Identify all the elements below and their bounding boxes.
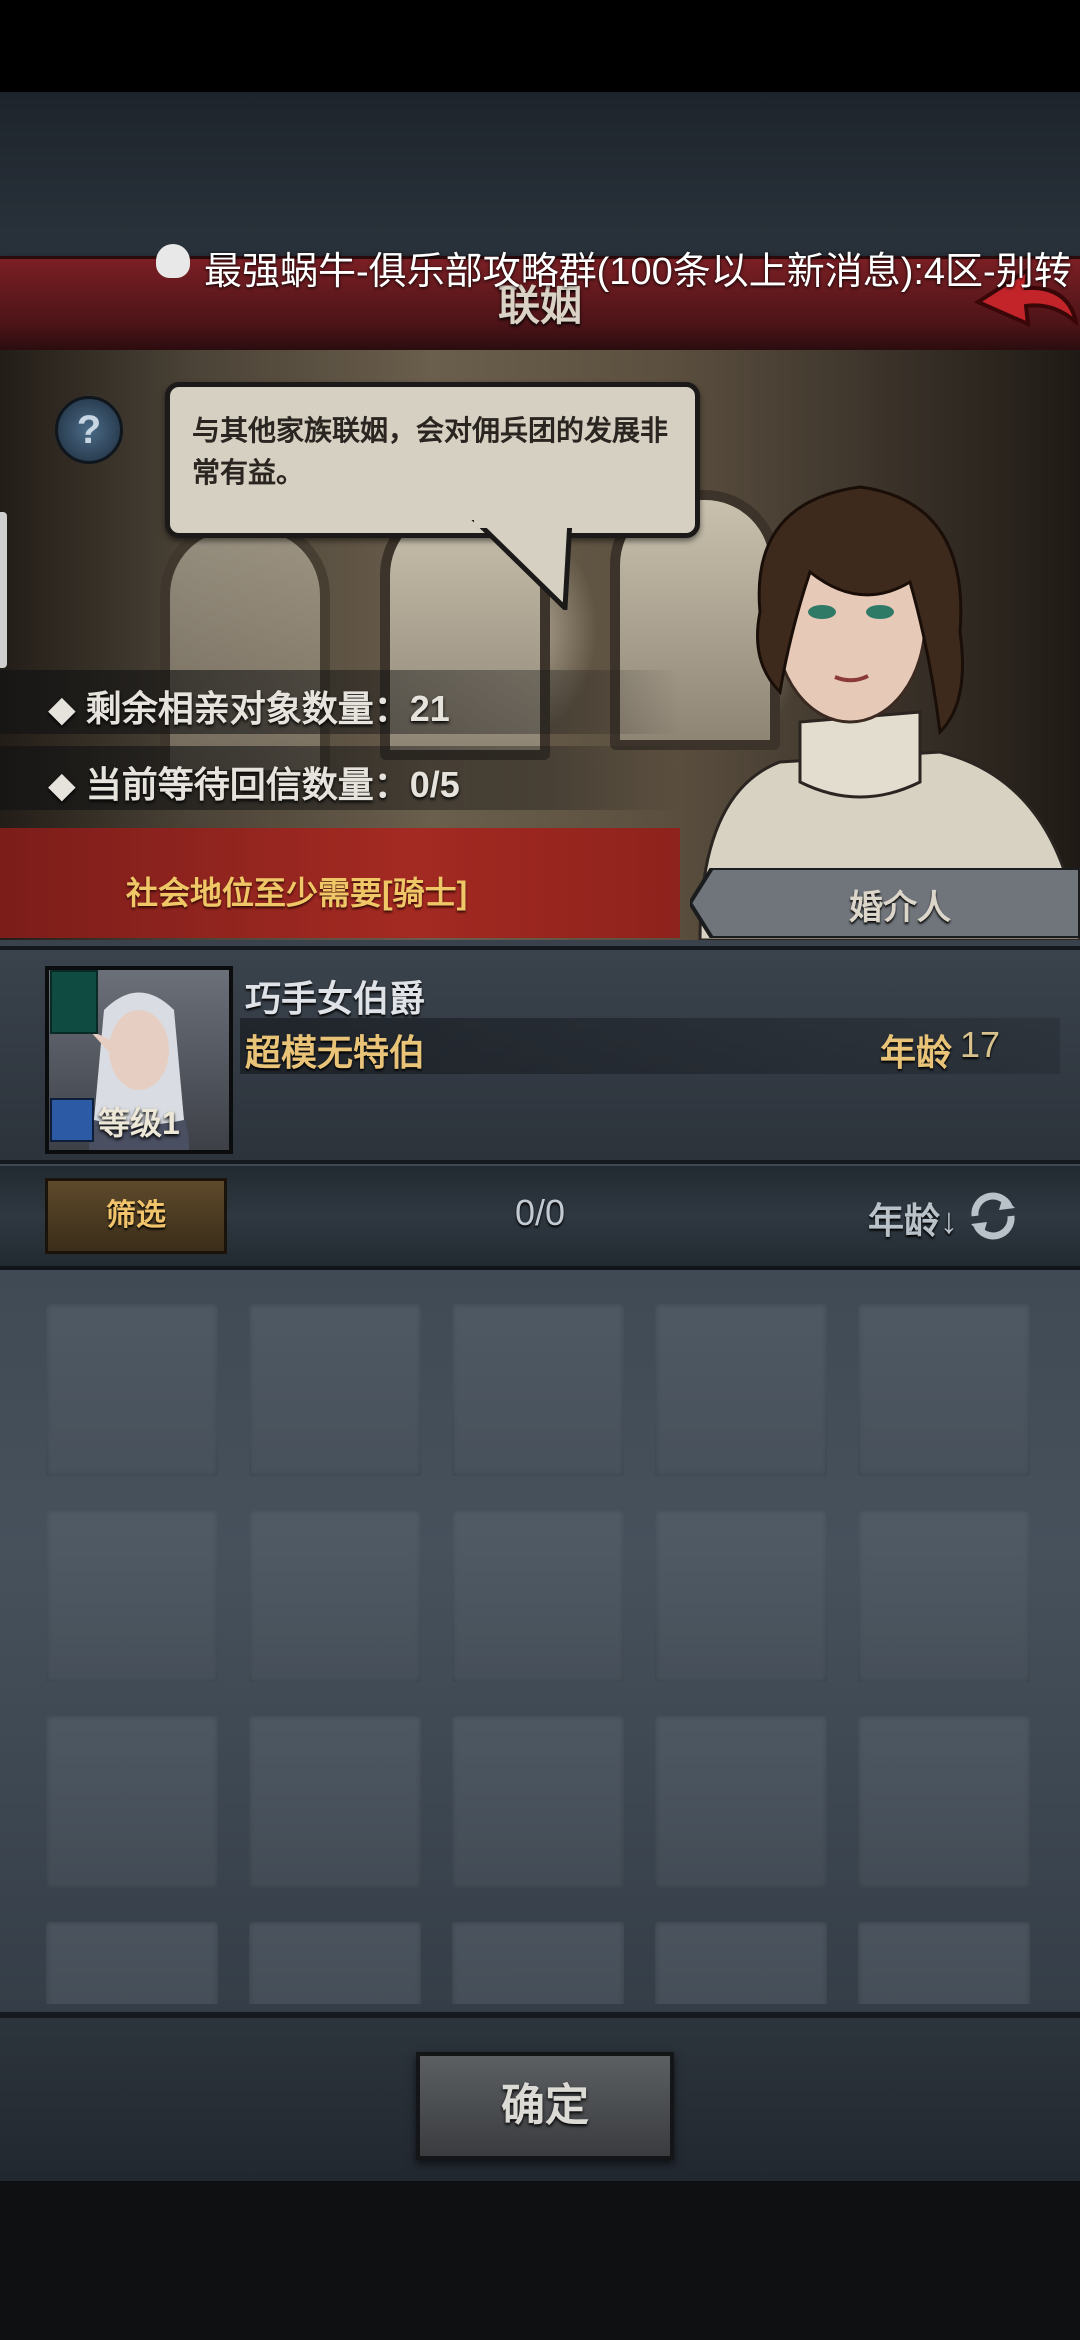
sort-age-button[interactable]: 年龄↓	[868, 1192, 958, 1244]
empty-slot[interactable]	[655, 1510, 827, 1682]
confirm-button[interactable]: 确定	[416, 2052, 674, 2160]
empty-slot[interactable]	[249, 1510, 421, 1682]
empty-slot[interactable]	[858, 1922, 1030, 2004]
empty-slot[interactable]	[452, 1510, 624, 1682]
stat-remaining-label: 剩余相亲对象数量	[85, 688, 374, 729]
empty-slot[interactable]	[858, 1716, 1030, 1888]
age-value: 17	[960, 1024, 1001, 1065]
empty-slot[interactable]	[46, 1304, 218, 1476]
arched-window	[160, 520, 330, 780]
empty-slot[interactable]	[655, 1922, 827, 2004]
age-label: 年龄	[880, 1032, 953, 1073]
speech-tail	[471, 520, 574, 610]
empty-slot[interactable]	[452, 1304, 624, 1476]
empty-slot[interactable]	[46, 1922, 218, 2004]
requirement-text: 社会地位至少需要[骑士]	[126, 875, 468, 911]
stat-remaining-value: 21	[409, 688, 450, 729]
stat-remaining: ◆ 剩余相亲对象数量：21	[48, 688, 450, 729]
empty-slot[interactable]	[249, 1716, 421, 1888]
notification-bell-icon	[156, 244, 190, 278]
empty-slot[interactable]	[249, 1922, 421, 2004]
speech-text: 与其他家族联姻，会对佣兵团的发展非常有益。	[192, 415, 669, 488]
empty-slot[interactable]	[655, 1716, 827, 1888]
diamond-icon: ◆	[48, 688, 76, 729]
stat-waiting-label: 当前等待回信数量	[85, 764, 374, 805]
filter-button[interactable]: 筛选	[45, 1178, 227, 1254]
matchmaker-label[interactable]: 婚介人	[690, 880, 1080, 929]
empty-slot[interactable]	[46, 1510, 218, 1682]
level-tag: 等级1	[98, 1105, 180, 1141]
character-title: 超模无特伯	[245, 1032, 426, 1073]
refresh-icon[interactable]	[965, 1188, 1021, 1244]
candidate-grid	[46, 1304, 1032, 2004]
bottom-area	[0, 2175, 1080, 2340]
sword-icon	[50, 1098, 94, 1142]
stat-waiting: ◆ 当前等待回信数量：0/5	[48, 764, 460, 805]
stat-waiting-value: 0/5	[409, 764, 460, 805]
empty-slot[interactable]	[452, 1716, 624, 1888]
result-count: 0/0	[514, 1192, 566, 1233]
status-bar-black	[0, 0, 1080, 92]
empty-slot[interactable]	[249, 1304, 421, 1476]
empty-slot[interactable]	[655, 1304, 827, 1476]
diamond-icon: ◆	[48, 764, 76, 805]
empty-slot[interactable]	[46, 1716, 218, 1888]
empty-slot[interactable]	[858, 1510, 1030, 1682]
character-name: 巧手女伯爵	[245, 978, 426, 1019]
help-icon[interactable]: ?	[55, 396, 123, 464]
empty-slot[interactable]	[858, 1304, 1030, 1476]
empty-slot[interactable]	[452, 1922, 624, 2004]
notification-text: 最强蜗牛-俱乐部攻略群(100条以上新消息):4区-别转	[204, 251, 1072, 293]
crest-icon	[50, 970, 98, 1034]
edge-handle[interactable]	[0, 512, 7, 668]
